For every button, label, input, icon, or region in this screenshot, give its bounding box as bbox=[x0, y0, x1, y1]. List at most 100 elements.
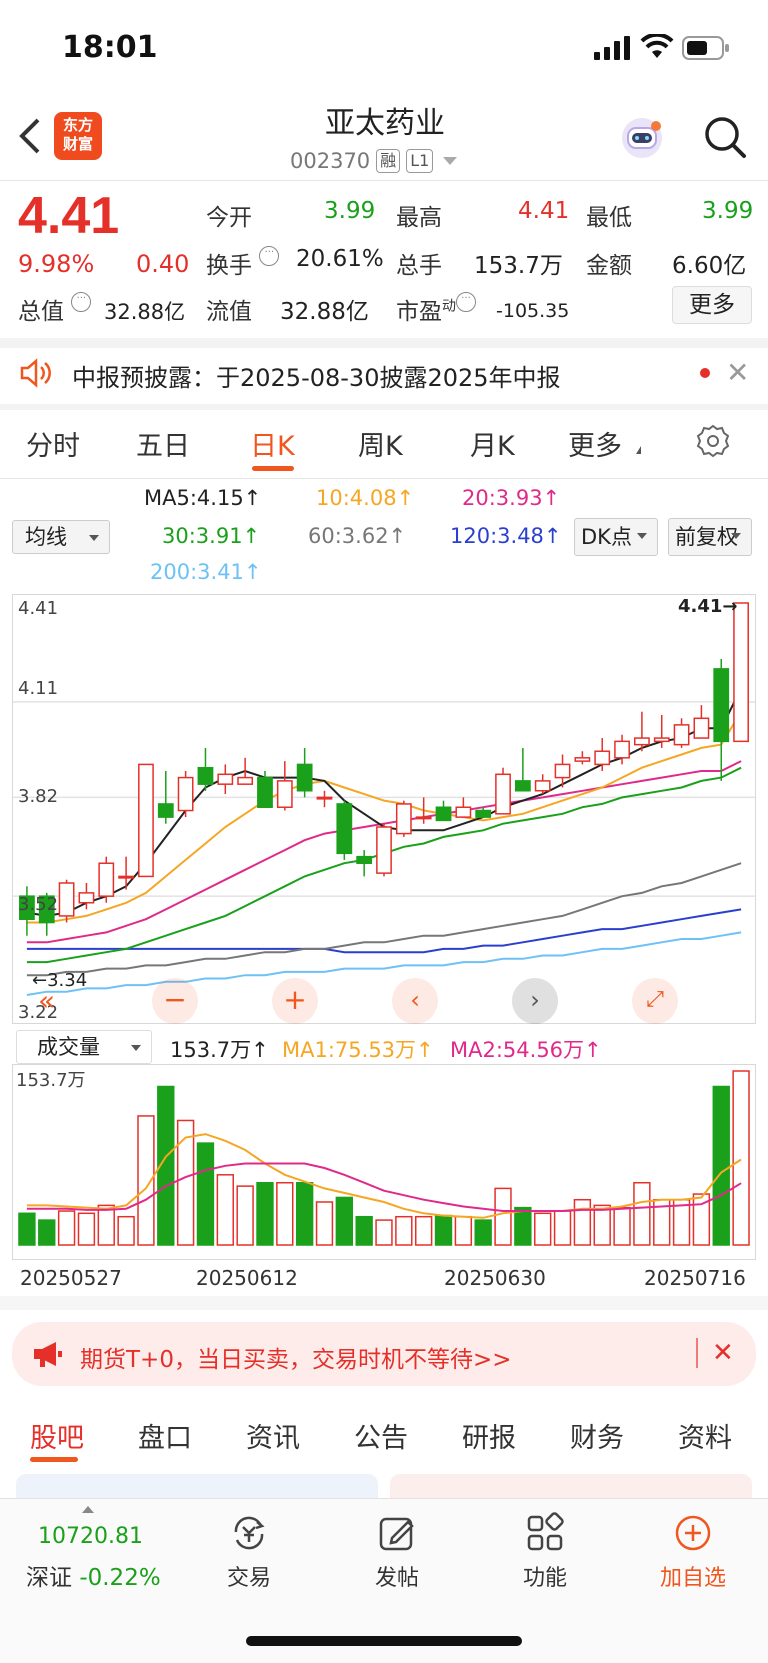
tab-finance[interactable]: 财务 bbox=[570, 1416, 624, 1455]
candle-body bbox=[376, 826, 392, 874]
volume-bar bbox=[276, 1181, 294, 1246]
gear-icon[interactable] bbox=[696, 424, 730, 458]
float-label: 流值 bbox=[206, 299, 252, 325]
scroll-left-button[interactable]: ‹ bbox=[392, 978, 438, 1024]
spacer bbox=[0, 338, 768, 348]
tab-forum[interactable]: 股吧 bbox=[30, 1416, 84, 1455]
last-price: 4.41 bbox=[18, 187, 120, 245]
volume-bar bbox=[18, 1212, 36, 1246]
stock-name: 亚太药业 bbox=[325, 106, 445, 141]
volume-bar bbox=[514, 1206, 532, 1246]
nav-add-watchlist[interactable]: 加自选 bbox=[638, 1500, 748, 1592]
nav-label: 功能 bbox=[522, 1566, 567, 1591]
pe-value: -105.35 bbox=[496, 300, 570, 322]
info-icon[interactable]: ··· bbox=[456, 292, 476, 312]
spacer bbox=[0, 1296, 768, 1310]
status-time: 18:01 bbox=[62, 30, 158, 65]
candle-body bbox=[257, 776, 273, 808]
nav-post[interactable]: 发帖 bbox=[342, 1500, 452, 1592]
tab-news[interactable]: 资讯 bbox=[246, 1416, 300, 1455]
volume-bar bbox=[236, 1185, 254, 1246]
volume-indicator-select[interactable]: 成交量 bbox=[16, 1030, 152, 1064]
add-circle-icon bbox=[675, 1515, 711, 1551]
date-label: 20250527 bbox=[20, 1266, 122, 1290]
vol-ma1-legend: MA1:75.53万↑ bbox=[282, 1038, 434, 1062]
expand-up-icon[interactable] bbox=[82, 1506, 94, 1513]
info-icon[interactable]: ··· bbox=[259, 246, 280, 266]
edit-icon bbox=[379, 1517, 414, 1551]
margin-tag: 融 bbox=[376, 149, 401, 173]
tab-profile[interactable]: 资料 bbox=[678, 1416, 732, 1455]
tab-research[interactable]: 研报 bbox=[462, 1416, 516, 1455]
index-value[interactable]: 10720.81 bbox=[38, 1524, 143, 1549]
mktcap-value: 32.88亿 bbox=[104, 300, 186, 324]
close-icon[interactable]: ✕ bbox=[726, 356, 749, 389]
tab-daily-k[interactable]: 日K bbox=[250, 424, 295, 463]
dk-point-button[interactable]: DK点 bbox=[574, 518, 658, 556]
zoom-out-button[interactable]: − bbox=[152, 978, 198, 1024]
volume-max-label: 153.7万 bbox=[16, 1070, 86, 1091]
candle-body bbox=[495, 773, 511, 815]
volume-bar bbox=[593, 1204, 611, 1246]
nav-trade[interactable]: 交易 bbox=[194, 1500, 304, 1592]
yen-cycle-icon bbox=[234, 1516, 265, 1550]
volume-bar bbox=[196, 1142, 215, 1246]
scroll-start-icon[interactable]: « bbox=[38, 984, 55, 1017]
close-icon[interactable]: ✕ bbox=[712, 1338, 734, 1368]
scroll-right-button[interactable]: › bbox=[512, 978, 558, 1024]
tab-weekly-k[interactable]: 周K bbox=[358, 424, 403, 463]
candle-body bbox=[594, 750, 611, 766]
candle-body bbox=[455, 806, 472, 818]
vol-ma2-legend: MA2:54.56万↑ bbox=[450, 1038, 602, 1062]
nav-functions[interactable]: 功能 bbox=[490, 1500, 600, 1592]
tab-five-day[interactable]: 五日 bbox=[136, 424, 190, 463]
kline-chart[interactable] bbox=[12, 594, 756, 1024]
candle-body bbox=[157, 803, 174, 818]
change-percent: 9.98% bbox=[18, 250, 95, 278]
notice-text[interactable]: 中报预披露：于2025-08-30披露2025年中报 bbox=[72, 358, 561, 393]
indicator-select[interactable]: 均线 bbox=[12, 520, 110, 554]
fullscreen-button[interactable]: ⤢ bbox=[632, 978, 678, 1024]
volume-bar bbox=[77, 1212, 96, 1246]
volume-bar bbox=[315, 1201, 334, 1246]
tab-announcements[interactable]: 公告 bbox=[354, 1416, 408, 1455]
volume-legend: 153.7万↑ bbox=[170, 1038, 269, 1062]
index-name[interactable]: 深证 -0.22% bbox=[26, 1558, 161, 1592]
tab-orderbook[interactable]: 盘口 bbox=[138, 1416, 192, 1455]
volume-chart[interactable] bbox=[12, 1064, 756, 1260]
adjust-button[interactable]: 前复权 bbox=[668, 518, 752, 556]
candle-body bbox=[733, 602, 749, 743]
tab-intraday[interactable]: 分时 bbox=[26, 424, 80, 463]
volume-bar bbox=[474, 1219, 492, 1246]
amount-value: 6.60亿 bbox=[672, 253, 747, 279]
nav-label: 加自选 bbox=[659, 1566, 726, 1591]
more-button[interactable]: 更多 bbox=[672, 286, 752, 324]
nav-label: 交易 bbox=[226, 1566, 271, 1591]
nav-label: 发帖 bbox=[374, 1566, 419, 1591]
tab-more[interactable]: 更多 bbox=[568, 424, 622, 463]
candle-body bbox=[58, 882, 75, 917]
candle-body bbox=[197, 766, 214, 785]
stock-code-row[interactable]: 002370 融 L1 bbox=[290, 146, 458, 176]
card-peek bbox=[390, 1474, 752, 1498]
search-icon[interactable] bbox=[702, 114, 748, 160]
volume-bar bbox=[454, 1215, 473, 1246]
tab-monthly-k[interactable]: 月K bbox=[470, 424, 515, 463]
back-arrow-icon[interactable] bbox=[16, 116, 46, 156]
candle-body bbox=[693, 717, 710, 739]
robot-assistant-icon[interactable] bbox=[618, 114, 666, 162]
cellular-signal-icon bbox=[594, 36, 630, 60]
zoom-in-button[interactable]: + bbox=[272, 978, 318, 1024]
unread-dot bbox=[700, 368, 710, 378]
tab-underline bbox=[252, 466, 294, 471]
divider bbox=[0, 180, 768, 181]
battery-icon bbox=[682, 36, 729, 60]
y-axis-label: 3.82 bbox=[18, 786, 59, 807]
last-price-tag: 4.41→ bbox=[678, 596, 738, 617]
candle-body bbox=[356, 855, 373, 864]
candle-body bbox=[98, 862, 115, 897]
volume-bar bbox=[395, 1215, 413, 1246]
info-icon[interactable]: ··· bbox=[71, 292, 92, 312]
promo-text[interactable]: 期货T+0，当日买卖，交易时机不等待>> bbox=[80, 1340, 512, 1374]
tab-underline bbox=[30, 1457, 78, 1462]
